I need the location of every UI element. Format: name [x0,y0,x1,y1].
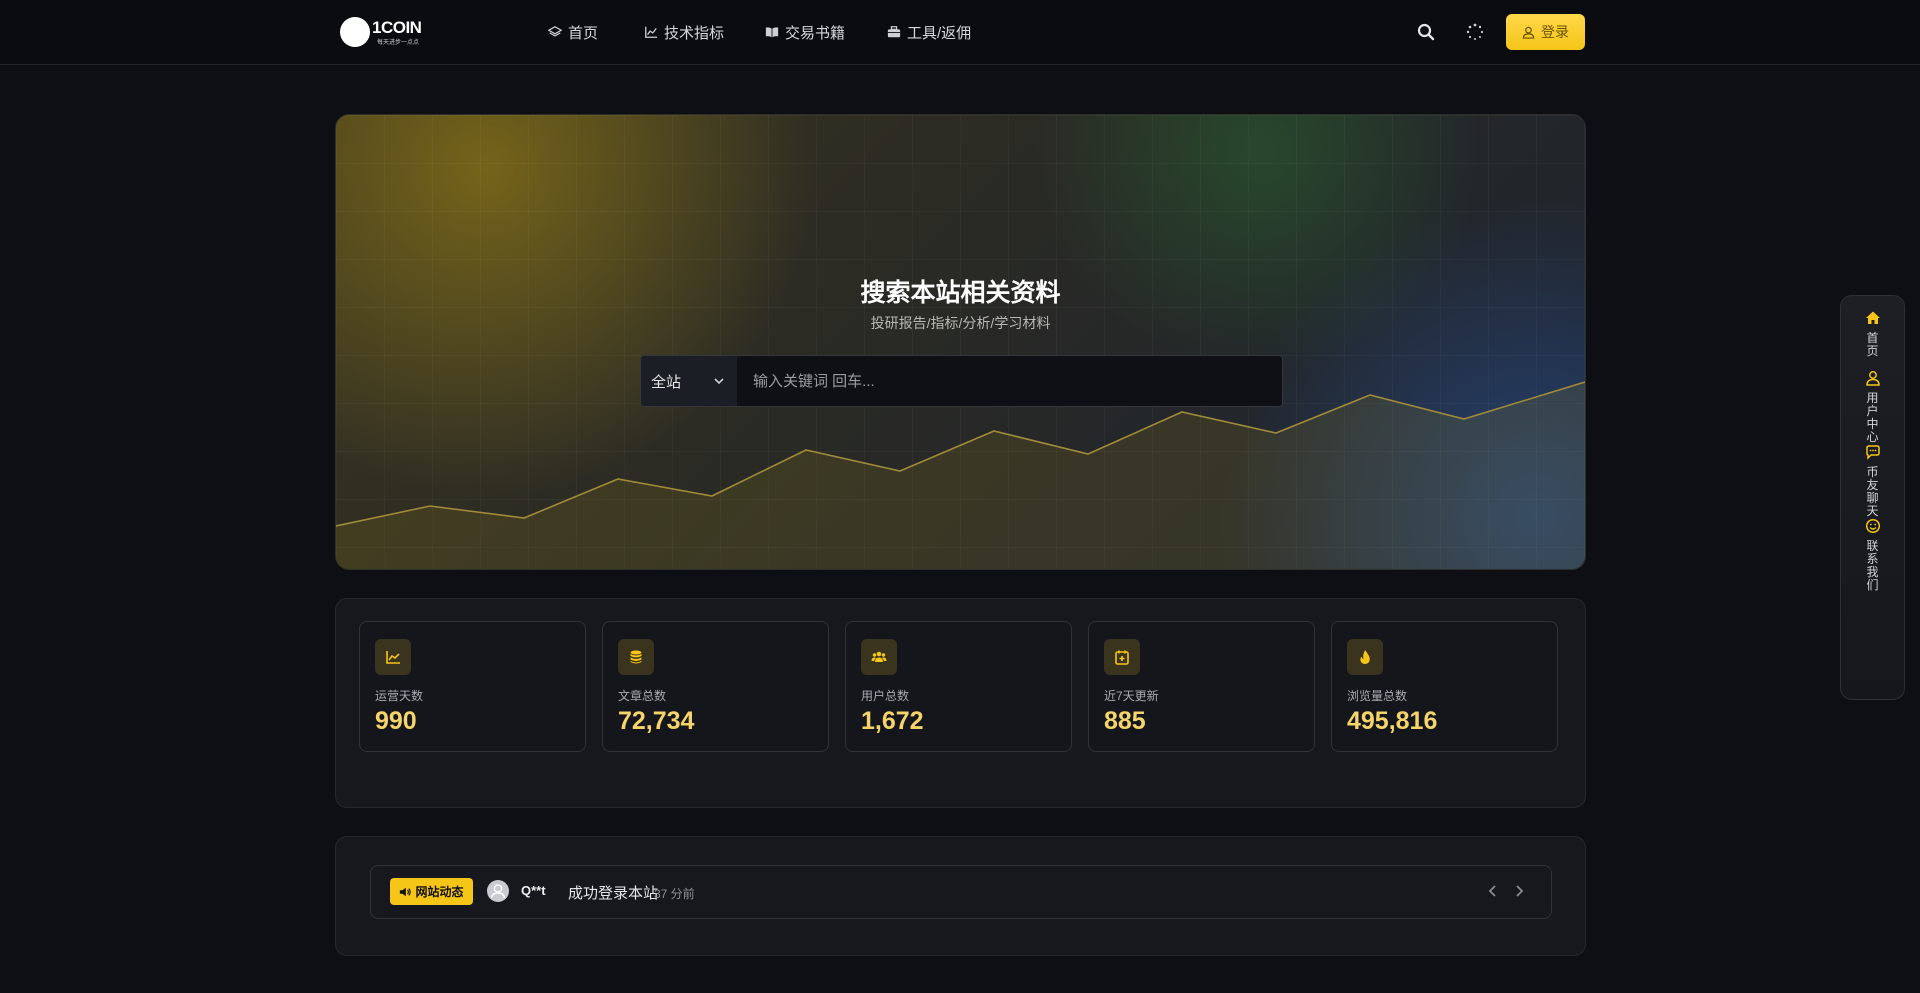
stat-value: 495,816 [1347,707,1438,735]
nav-item-label: 技术指标 [664,24,725,42]
stat-label: 运营天数 [375,689,424,703]
stat-value: 885 [1104,707,1146,735]
top-header: 1COIN 每天进步一点点 首页 技术指标 交易书籍 工具/返佣 登录 [0,0,1920,65]
activity-badge-label: 网站动态 [415,885,464,899]
user-icon [1522,26,1535,39]
nav-item-label: 首页 [568,24,599,42]
stat-card-operating-days: 运营天数 990 [359,621,586,752]
book-icon [765,27,779,38]
chart-area-icon [386,651,400,664]
stat-card-pageviews: 浏览量总数 495,816 [1331,621,1558,752]
login-label: 登录 [1541,24,1569,40]
activity-username[interactable]: Q**t [521,883,546,898]
side-item-chat[interactable]: 币友聊天 [1841,444,1904,518]
logo-mark [340,17,370,47]
stat-icon-wrap [1104,639,1140,675]
layers-icon [548,26,562,37]
logo-text: 1COIN [372,18,422,37]
stat-icon-wrap [861,639,897,675]
stat-label: 浏览量总数 [1347,689,1408,703]
chat-icon [1865,445,1880,460]
activity-badge: 网站动态 [390,878,473,905]
login-button[interactable]: 登录 [1506,14,1585,50]
stat-label: 文章总数 [618,689,667,703]
chevron-left-icon[interactable] [1485,883,1501,899]
calendar-plus-icon [1115,650,1129,665]
activity-panel: 网站动态 Q**t 成功登录本站 37 分前 [335,836,1586,956]
stats-panel: 运营天数 990 文章总数 72,734 用户总数 1,672 近7天更新 88… [335,598,1586,808]
stat-label: 近7天更新 [1104,689,1159,703]
search-icon[interactable] [1416,22,1436,42]
database-icon [630,650,642,664]
fire-icon [1360,650,1370,664]
stat-value: 990 [375,707,417,735]
side-item-contact[interactable]: 联系我们 [1841,518,1904,592]
loading-spinner-icon[interactable] [1465,22,1485,42]
stat-icon-wrap [375,639,411,675]
hero-banner: 搜索本站相关资料 投研报告/指标/分析/学习材料 全站 [335,114,1586,570]
nav-item-home[interactable]: 首页 [548,0,598,64]
side-item-label: 首页 [1866,331,1883,358]
chevron-right-icon[interactable] [1511,883,1527,899]
stat-value: 1,672 [861,707,924,735]
hero-subtitle: 投研报告/指标/分析/学习材料 [870,315,1051,331]
nav-item-label: 交易书籍 [785,24,846,42]
avatar [487,880,509,902]
activity-ticker: 网站动态 Q**t 成功登录本站 37 分前 [370,865,1552,919]
side-item-label: 用户中心 [1866,391,1883,444]
hero-decorative-chart [336,381,1585,569]
user-icon [1865,371,1880,386]
nav-item-label: 工具/返佣 [907,24,972,42]
chevron-down-icon [714,378,724,385]
stat-icon-wrap [1347,639,1383,675]
toolbox-icon [887,26,901,38]
volume-icon [400,887,412,896]
stat-card-users: 用户总数 1,672 [845,621,1072,752]
activity-action: 成功登录本站 [568,885,659,902]
search-bar: 全站 [640,355,1283,407]
side-item-label: 币友聊天 [1866,465,1883,518]
user-avatar-icon [490,884,506,899]
nav-item-indicators[interactable]: 技术指标 [644,0,724,64]
hero-title: 搜索本站相关资料 [860,279,1061,307]
stat-card-articles: 文章总数 72,734 [602,621,829,752]
activity-time: 37 分前 [654,887,695,901]
floating-side-rail: 首页 用户中心 币友聊天 联系我们 [1840,295,1905,700]
side-item-home[interactable]: 首页 [1841,310,1904,358]
smile-icon [1865,518,1880,534]
home-icon [1865,311,1880,324]
side-item-label: 联系我们 [1866,539,1883,592]
search-scope-value: 全站 [651,373,682,391]
users-icon [871,651,887,662]
search-input[interactable] [737,356,1282,406]
site-logo[interactable]: 1COIN 每天进步一点点 [340,15,422,49]
nav-item-tools[interactable]: 工具/返佣 [887,0,983,64]
stat-card-weekly-updates: 近7天更新 885 [1088,621,1315,752]
logo-tagline: 每天进步一点点 [377,40,420,46]
side-item-user-center[interactable]: 用户中心 [1841,370,1904,444]
stat-label: 用户总数 [861,689,910,703]
stat-value: 72,734 [618,707,695,735]
nav-item-books[interactable]: 交易书籍 [765,0,845,64]
stat-icon-wrap [618,639,654,675]
chart-line-icon [645,26,658,38]
search-scope-select[interactable]: 全站 [641,356,737,406]
